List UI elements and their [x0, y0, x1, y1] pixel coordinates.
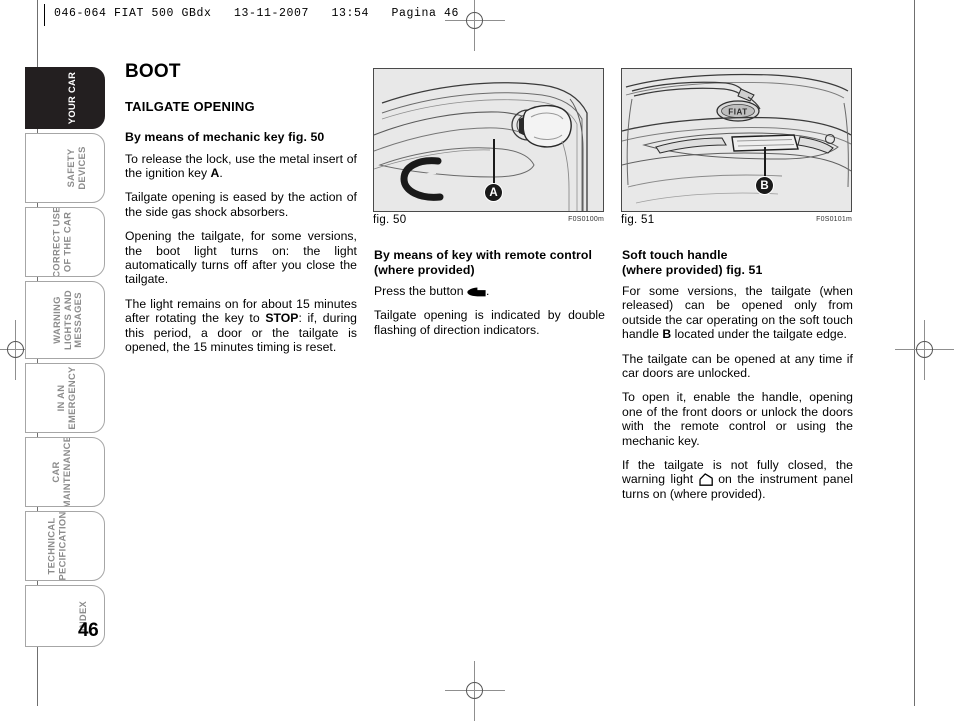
figure-51: FIAT B fig. 51 F0S0101m	[621, 68, 852, 228]
print-header: 046-064 FIAT 500 GBdx 13-11-2007 13:54 P…	[54, 7, 460, 20]
text-run: located under the tailgate edge.	[671, 327, 847, 342]
figure-50-image: A	[373, 68, 604, 212]
sidebar-tab-label: IN AN EMERGENCY	[54, 366, 77, 430]
sidebar-tab-label: TECHNICAL SPECIFICATIONS	[45, 511, 67, 581]
sidebar-tab-safety-devices[interactable]: SAFETY DEVICES	[25, 133, 105, 203]
stop-label: STOP	[265, 311, 299, 326]
double-flash-paragraph: Tailgate opening is indicated by double …	[374, 308, 605, 337]
mechanic-key-heading: By means of mechanic key fig. 50	[125, 130, 325, 144]
sidebar-tab-label: SAFETY DEVICES	[64, 146, 87, 190]
handle-label-b: B	[662, 327, 672, 342]
boot-open-solid-icon	[467, 286, 486, 297]
sidebar-tab-warning-lights-and-messages[interactable]: WARNING LIGHTS AND MESSAGES	[25, 281, 105, 359]
registration-mark-bottom	[445, 661, 505, 721]
sidebar-tab-label: CAR MAINTENANCE	[50, 437, 72, 507]
figure-51-label: fig. 51	[621, 214, 655, 226]
sidebar-tab-label: WARNING LIGHTS AND MESSAGES	[51, 290, 84, 350]
boot-light-paragraph: Opening the tailgate, for some versions,…	[125, 229, 357, 287]
text-run: .	[486, 284, 490, 298]
figure-51-callout-b: B	[755, 176, 774, 195]
figure-51-leader-line	[764, 147, 766, 179]
text-run: To release the lock, use the metal inser…	[125, 151, 357, 180]
left-text-column: BOOT TAILGATE OPENING By means of mechan…	[125, 62, 357, 354]
registration-mark-right	[895, 320, 954, 380]
light-timing-paragraph: The light remains on for about 15 minute…	[125, 297, 357, 355]
sidebar-tab-technical-specifications[interactable]: TECHNICAL SPECIFICATIONS	[25, 511, 105, 581]
figure-51-code: F0S0101m	[816, 216, 852, 223]
middle-text-column: By means of key with remote control (whe…	[374, 248, 605, 337]
section-subtitle: TAILGATE OPENING	[125, 99, 255, 114]
figure-51-image: FIAT B	[621, 68, 852, 212]
sidebar-tab-your-car[interactable]: YOUR CAR	[25, 67, 105, 129]
page-number: 46	[78, 620, 99, 641]
mechanic-key-paragraph-2: Tailgate opening is eased by the action …	[125, 190, 357, 219]
remote-control-heading: By means of key with remote control (whe…	[374, 248, 593, 277]
svg-text:FIAT: FIAT	[728, 108, 748, 117]
header-rule	[44, 4, 45, 26]
sidebar-tab-label: YOUR CAR	[65, 71, 77, 125]
soft-touch-paragraph-1: For some versions, the tailgate (when re…	[622, 284, 853, 342]
sidebar-tab-in-an-emergency[interactable]: IN AN EMERGENCY	[25, 363, 105, 433]
sidebar-tab-car-maintenance[interactable]: CAR MAINTENANCE	[25, 437, 105, 507]
warning-light-paragraph: If the tailgate is not fully closed, the…	[622, 458, 853, 501]
text-run: Press the button	[374, 284, 467, 298]
rear-tailgate-illustration: FIAT	[622, 69, 851, 211]
section-tabs: YOUR CAR SAFETY DEVICES CORRECT USE OF THE C…	[25, 67, 105, 651]
text-run: .	[219, 165, 223, 180]
doors-unlocked-paragraph: The tailgate can be opened at any time i…	[622, 351, 853, 381]
figure-50-leader-line	[493, 139, 495, 186]
manual-page: 046-064 FIAT 500 GBdx 13-11-2007 13:54 P…	[0, 0, 954, 721]
boot-open-outline-icon	[699, 473, 713, 487]
page-title: BOOT	[125, 61, 181, 82]
soft-touch-handle-heading: Soft touch handle (where provided) fig. 5…	[622, 248, 763, 277]
figure-50-caption: fig. 50 F0S0100m	[373, 214, 604, 228]
sidebar-tab-label: CORRECT USE OF THE CAR	[50, 207, 73, 277]
mechanic-key-paragraph-1: To release the lock, use the metal inser…	[125, 152, 357, 181]
figure-51-caption: fig. 51 F0S0101m	[621, 214, 852, 228]
figure-50-callout-a: A	[484, 183, 503, 202]
sidebar-tab-correct-use-of-the-car[interactable]: CORRECT USE OF THE CAR	[25, 207, 105, 277]
right-text-column: Soft touch handle (where provided) fig. 5…	[622, 248, 853, 501]
figure-50-code: F0S0100m	[568, 216, 604, 223]
press-button-paragraph: Press the button .	[374, 284, 605, 298]
figure-50-label: fig. 50	[373, 214, 407, 226]
open-handle-paragraph: To open it, enable the handle, opening o…	[622, 390, 853, 448]
figure-50: A fig. 50 F0S0100m	[373, 68, 604, 228]
